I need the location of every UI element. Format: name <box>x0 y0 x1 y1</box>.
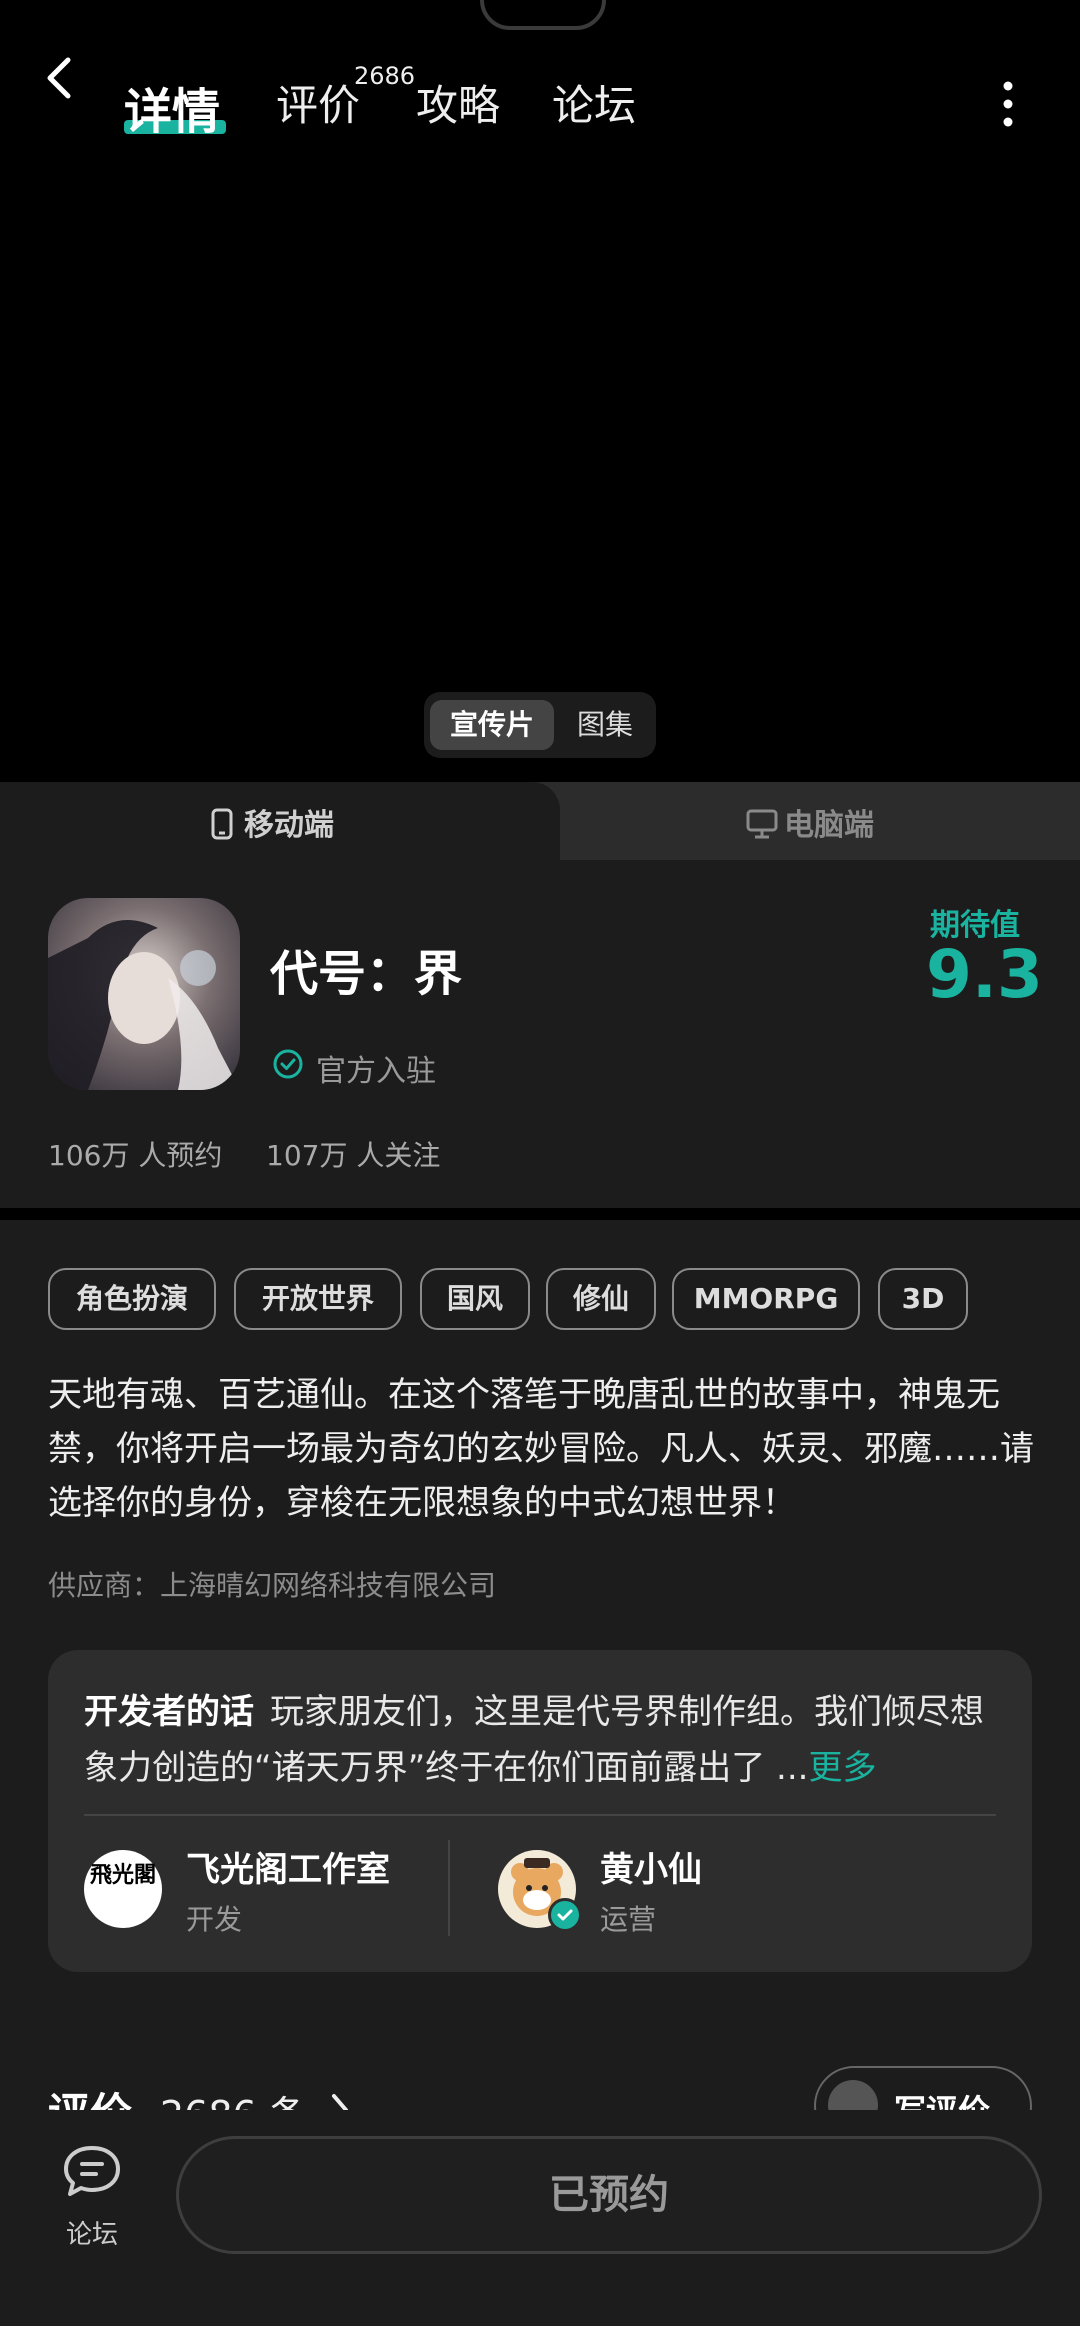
divider <box>448 1840 450 1936</box>
supplier-label: 供应商：上海晴幻网络科技有限公司 <box>48 1569 497 1602</box>
game-description: 天地有魂、百艺通仙。在这个落笔于晚唐乱世的故事中，神鬼无禁，你将开启一场最为奇幻… <box>48 1375 1034 1523</box>
monitor-icon[interactable] <box>746 808 778 840</box>
platform-mobile-label: 移动端 <box>244 808 334 843</box>
reserved-button[interactable]: 已预约 <box>176 2136 1042 2254</box>
game-icon <box>48 898 240 1090</box>
developer-name[interactable]: 飞光阁工作室 <box>186 1842 390 1891</box>
tag-chip[interactable]: 角色扮演 <box>48 1268 216 1330</box>
tag-chip[interactable]: MMORPG <box>672 1268 860 1330</box>
more-vertical-icon <box>1003 81 1013 127</box>
developer-note: 开发者的话 玩家朋友们，这里是代号界制作组。我们倾尽想象力创造的“诸天万界”终于在… <box>84 1684 1004 1796</box>
operator-name[interactable]: 黄小仙 <box>600 1842 702 1891</box>
media-gallery-tab[interactable]: 图集 <box>560 700 650 750</box>
media-video-tab[interactable]: 宣传片 <box>430 700 554 750</box>
follower-count: 107万 人关注 <box>266 1139 441 1172</box>
tab-reviews[interactable]: 评价 <box>276 72 360 133</box>
platform-tab-pc[interactable]: 电脑端 <box>784 800 874 844</box>
reservation-count: 106万 人预约 <box>48 1139 223 1172</box>
more-link[interactable]: 更多 <box>808 1748 876 1788</box>
tab-reviews-count-badge: 2686 <box>354 62 416 90</box>
developer-note-heading: 开发者的话 <box>84 1692 254 1732</box>
operator-role: 运营 <box>600 1903 657 1936</box>
more-menu-button[interactable] <box>990 76 1026 132</box>
chat-bubble-icon <box>64 2146 120 2196</box>
tab-forum[interactable]: 论坛 <box>552 72 636 133</box>
studio-avatar[interactable]: 飛光閣 <box>84 1850 162 1928</box>
official-label: 官方入驻 <box>316 1054 436 1089</box>
expect-score: 9.3 <box>926 936 1043 1013</box>
chevron-left-icon <box>47 57 71 99</box>
tag-chip[interactable]: 开放世界 <box>234 1268 402 1330</box>
game-title: 代号：界 <box>270 946 463 1002</box>
tag-chip[interactable]: 3D <box>878 1268 968 1330</box>
tag-chip[interactable]: 国风 <box>420 1268 530 1330</box>
tag-chip[interactable]: 修仙 <box>546 1268 656 1330</box>
tab-guide[interactable]: 攻略 <box>416 72 500 133</box>
studio-avatar-text: 飛光閣 <box>89 1862 156 1888</box>
forum-shortcut-label: 论坛 <box>66 2220 119 2250</box>
divider <box>84 1814 996 1816</box>
verified-check-icon <box>273 1049 303 1079</box>
phone-icon <box>211 808 233 840</box>
game-icon-artwork <box>48 920 240 1090</box>
developer-role: 开发 <box>186 1903 243 1936</box>
back-button[interactable] <box>34 50 90 106</box>
top-pill-indicator <box>480 0 606 30</box>
verified-badge-icon <box>548 1898 582 1932</box>
section-divider <box>0 1208 1080 1220</box>
tab-detail[interactable]: 详情 <box>124 72 220 142</box>
